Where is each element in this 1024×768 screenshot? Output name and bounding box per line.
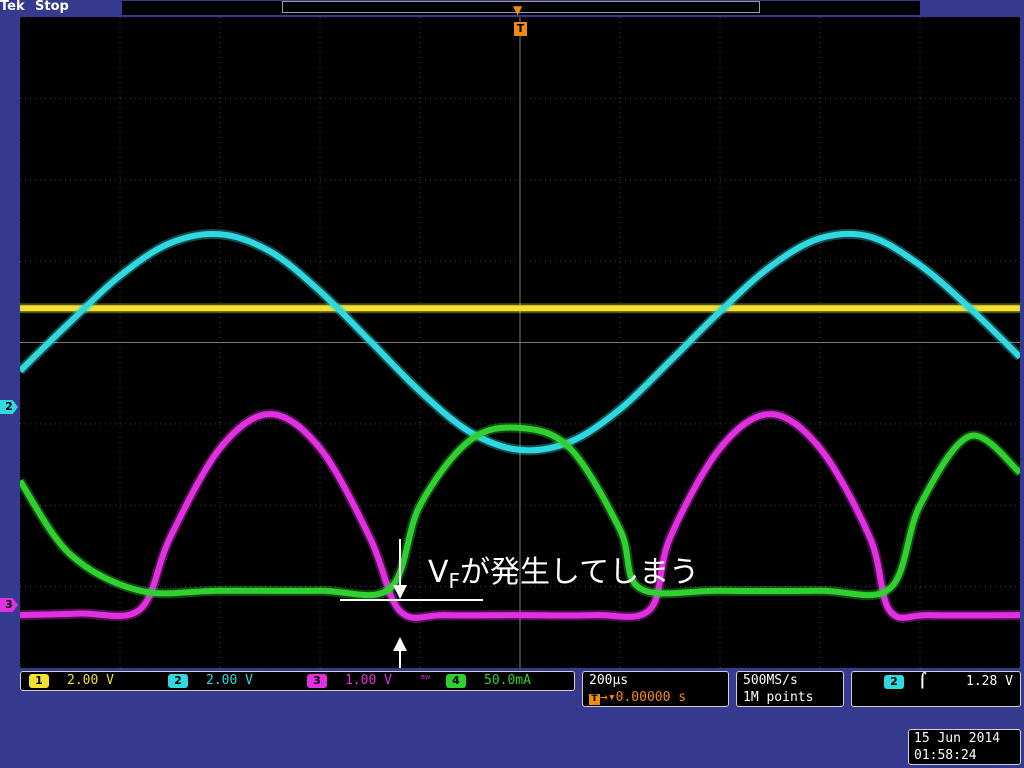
- acquisition-state: Stop: [35, 0, 69, 14]
- record-length: 1M points: [743, 690, 814, 705]
- channel-readout-bar[interactable]: 1 2.00 V 2 2.00 V 3 1.00 V ᴮᵂ 4 50.0mA: [20, 671, 575, 691]
- channel-2-ground-marker[interactable]: 2: [0, 400, 18, 414]
- date: 15 Jun 2014: [914, 731, 1001, 746]
- time: 01:58:24: [914, 748, 977, 763]
- vf-annotation-text: VFが発生してしまう: [428, 555, 700, 593]
- trigger-icon: T: [589, 694, 600, 705]
- timebase-readout[interactable]: 200µs T →▾0.00000 s: [582, 671, 729, 707]
- channel-1-scale[interactable]: 2.00 V: [67, 673, 114, 688]
- channel-2-scale[interactable]: 2.00 V: [206, 673, 253, 688]
- trigger-level: 1.28 V: [966, 674, 1013, 689]
- trigger-delay-arrow-icon: →▾: [600, 690, 616, 705]
- channel-4-scale[interactable]: 50.0mA: [484, 673, 531, 688]
- date-time-readout: 15 Jun 2014 01:58:24: [908, 729, 1021, 765]
- channel-3-badge[interactable]: 3: [307, 674, 327, 688]
- sample-rate: 500MS/s: [743, 673, 798, 688]
- trigger-delay: T →▾0.00000 s: [589, 690, 686, 705]
- channel-3-scale[interactable]: 1.00 V: [345, 673, 392, 688]
- horizontal-scale: 200µs: [589, 673, 629, 688]
- trigger-source-badge: 2: [884, 675, 904, 689]
- channel-1-badge[interactable]: 1: [29, 674, 49, 688]
- rising-edge-icon: ⌠: [918, 673, 927, 689]
- trigger-readout[interactable]: 2 ⌠ 1.28 V: [851, 671, 1021, 707]
- acquisition-readout[interactable]: 500MS/s 1M points: [736, 671, 844, 707]
- channel-3-ground-marker[interactable]: 3: [0, 598, 18, 612]
- trigger-position-arrow-icon: ▼: [513, 3, 523, 17]
- brand-label: Tek: [0, 0, 25, 14]
- trigger-position-marker[interactable]: T: [514, 22, 527, 36]
- top-status-bar: Tek Stop ▼: [0, 0, 1024, 17]
- channel-4-badge[interactable]: 4: [446, 674, 466, 688]
- channel-2-badge[interactable]: 2: [168, 674, 188, 688]
- bandwidth-limit-icon: ᴮᵂ: [421, 675, 431, 685]
